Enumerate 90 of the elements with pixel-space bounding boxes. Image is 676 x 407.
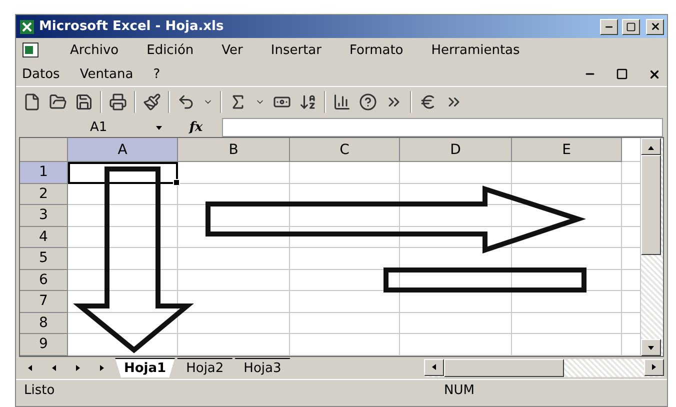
scroll-right-button[interactable] <box>644 358 664 376</box>
scroll-up-button[interactable] <box>641 138 661 155</box>
menu-item[interactable]: Insertar <box>270 42 322 58</box>
grid-cell[interactable] <box>400 205 512 226</box>
grid-cell[interactable] <box>68 334 178 356</box>
grid-cell[interactable] <box>290 226 400 248</box>
column-header[interactable]: D <box>400 138 512 162</box>
grid-cell[interactable] <box>68 184 178 205</box>
close-icon <box>650 21 660 32</box>
grid-cell[interactable] <box>68 205 178 226</box>
menu-item[interactable]: Ver <box>222 42 243 58</box>
selected-cell[interactable] <box>68 162 178 184</box>
grid-cell[interactable] <box>290 291 400 312</box>
grid-cell[interactable] <box>290 205 400 226</box>
grid-cell[interactable] <box>178 270 290 291</box>
restore-workbook-icon[interactable] <box>616 68 628 80</box>
grid-cell[interactable] <box>512 205 622 226</box>
insert-function-button[interactable]: fx <box>176 120 216 134</box>
close-workbook-icon[interactable] <box>648 68 661 80</box>
column-header[interactable]: A <box>68 138 178 162</box>
formula-input[interactable] <box>222 118 663 136</box>
column-header[interactable]: C <box>290 138 400 162</box>
grid-cell[interactable] <box>290 270 400 291</box>
row-header[interactable]: 9 <box>20 334 68 356</box>
grid-cell[interactable] <box>290 312 400 334</box>
save-icon[interactable] <box>74 92 94 112</box>
row-header[interactable]: 4 <box>20 226 68 248</box>
scroll-thumb[interactable] <box>444 358 564 376</box>
grid-cell[interactable] <box>290 334 400 356</box>
fill-handle[interactable] <box>173 178 180 186</box>
num-lock-indicator: NUM <box>444 383 476 398</box>
chart-icon[interactable] <box>332 92 352 112</box>
grid-cell[interactable] <box>512 312 622 334</box>
grid-cell[interactable] <box>400 226 512 248</box>
grid-cell[interactable] <box>68 226 178 248</box>
maximize-button[interactable] <box>622 18 640 34</box>
grid-cell[interactable] <box>512 334 622 356</box>
menu-item[interactable]: Ventana <box>80 66 134 82</box>
grid-cell[interactable] <box>68 270 178 291</box>
maximize-icon <box>626 22 636 32</box>
window-title: Microsoft Excel - Hoja.xls <box>39 19 225 34</box>
grid-cell[interactable] <box>178 248 290 270</box>
row-header[interactable]: 3 <box>20 205 68 226</box>
menu-item[interactable]: Datos <box>22 66 60 82</box>
column-header[interactable]: E <box>512 138 622 162</box>
close-button[interactable] <box>646 18 664 34</box>
menu-item[interactable]: Herramientas <box>431 42 520 58</box>
paintbrush-icon[interactable] <box>142 92 162 112</box>
menu-item[interactable]: Edición <box>146 42 194 58</box>
grid-cell[interactable] <box>178 334 290 356</box>
scroll-down-button[interactable] <box>641 338 661 356</box>
grid-cell[interactable] <box>400 334 512 356</box>
scroll-thumb[interactable] <box>641 155 661 255</box>
vertical-scrollbar[interactable] <box>641 138 663 356</box>
row-header[interactable]: 8 <box>20 312 68 334</box>
grid-cell[interactable] <box>400 312 512 334</box>
grid-cell[interactable] <box>290 162 400 184</box>
excel-logo-icon <box>19 18 35 34</box>
row-header[interactable]: 1 <box>20 162 68 184</box>
grid-cell[interactable] <box>290 248 400 270</box>
grid-cell[interactable] <box>512 291 622 312</box>
row-header[interactable]: 7 <box>20 291 68 312</box>
minimize-button[interactable] <box>600 18 618 34</box>
grid-cell[interactable] <box>400 291 512 312</box>
row-header[interactable]: 2 <box>20 184 68 205</box>
grid-cell[interactable] <box>68 291 178 312</box>
horizontal-scrollbar[interactable] <box>424 358 664 376</box>
sheet-tab[interactable]: Hoja2 <box>177 358 233 378</box>
grid-cell[interactable] <box>178 226 290 248</box>
status-text: Listo <box>24 383 56 398</box>
sheet-tab[interactable]: Hoja3 <box>234 358 290 378</box>
grid-cell[interactable] <box>178 162 290 184</box>
help-icon[interactable] <box>358 92 378 112</box>
row-header[interactable]: 5 <box>20 248 68 270</box>
grid-cell[interactable] <box>512 162 622 184</box>
printer-icon[interactable] <box>108 92 128 112</box>
grid-cell[interactable] <box>512 226 622 248</box>
grid-cell[interactable] <box>178 184 290 205</box>
grid-cell[interactable] <box>512 184 622 205</box>
grid-cell[interactable] <box>178 205 290 226</box>
sheet-tab[interactable]: Hoja1 <box>115 358 176 378</box>
grid-cell[interactable] <box>178 312 290 334</box>
menu-item[interactable]: ? <box>153 66 160 82</box>
grid-cell[interactable] <box>400 162 512 184</box>
menu-item[interactable]: Archivo <box>70 42 119 58</box>
grid-cell[interactable] <box>68 248 178 270</box>
column-header[interactable]: B <box>178 138 290 162</box>
scroll-left-button[interactable] <box>424 358 444 376</box>
row-header[interactable]: 6 <box>20 270 68 291</box>
menu-item[interactable]: Formato <box>349 42 404 58</box>
